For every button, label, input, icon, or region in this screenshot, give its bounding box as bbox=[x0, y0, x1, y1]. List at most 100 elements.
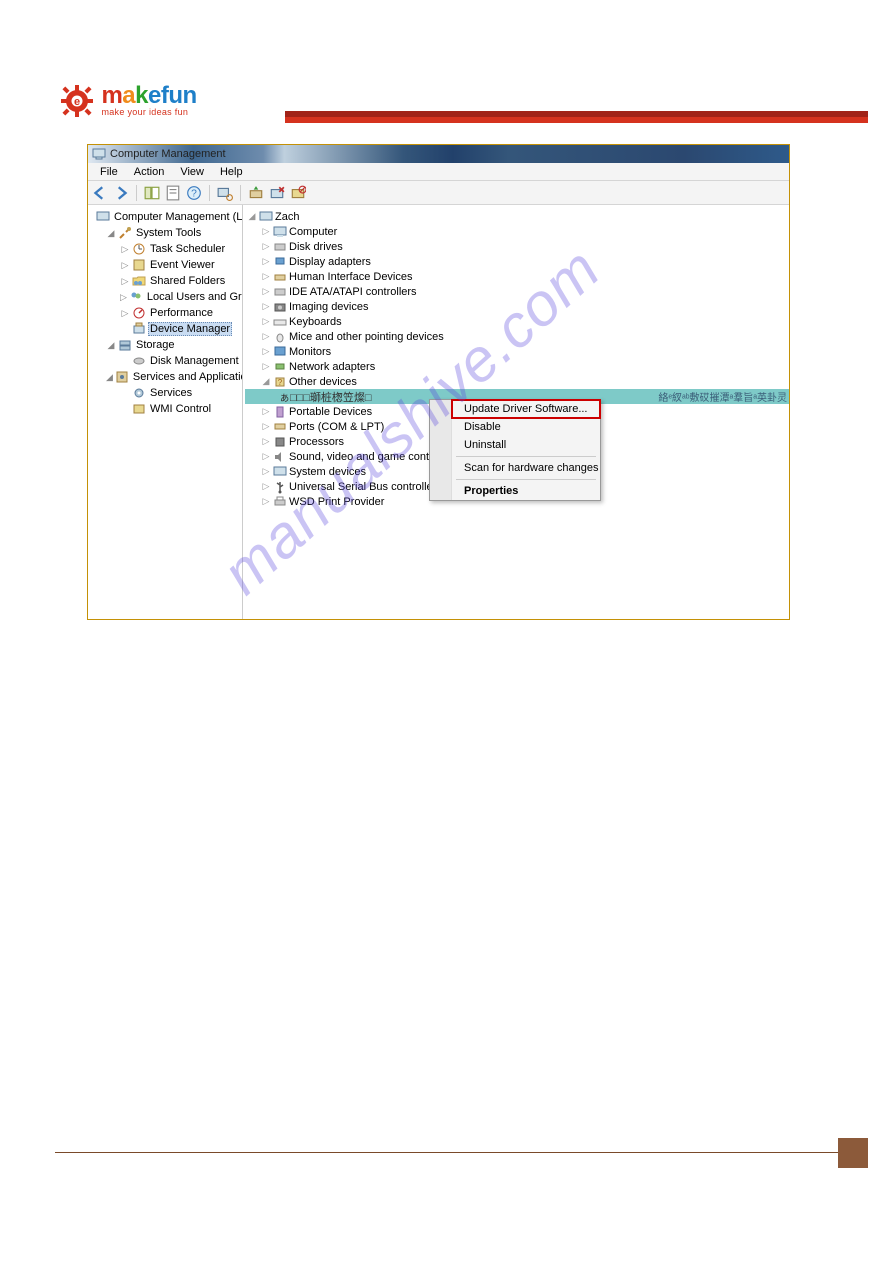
device-imaging[interactable]: ▷Imaging devices bbox=[245, 299, 789, 314]
expand-icon[interactable]: ▷ bbox=[261, 406, 271, 417]
nav-forward-icon[interactable] bbox=[113, 185, 129, 201]
expand-icon[interactable]: ▷ bbox=[261, 241, 271, 252]
tree-task-scheduler[interactable]: ▷Task Scheduler bbox=[90, 241, 242, 257]
expand-icon[interactable]: ▷ bbox=[261, 451, 271, 462]
expand-icon[interactable]: ▷ bbox=[120, 308, 130, 319]
menu-update-driver[interactable]: Update Driver Software... bbox=[451, 399, 601, 419]
network-icon bbox=[273, 360, 287, 374]
disk-icon bbox=[132, 354, 146, 368]
folder-shared-icon bbox=[132, 274, 146, 288]
performance-icon bbox=[132, 306, 146, 320]
expand-icon[interactable]: ▷ bbox=[261, 466, 271, 477]
menu-file[interactable]: File bbox=[92, 166, 126, 178]
device-pane[interactable]: ◢Zach ▷Computer ▷Disk drives ▷Display ad… bbox=[243, 205, 789, 619]
mouse-icon bbox=[273, 330, 287, 344]
uninstall-icon[interactable] bbox=[269, 185, 285, 201]
sound-icon bbox=[273, 450, 287, 464]
ide-icon bbox=[273, 285, 287, 299]
garbled-text: 絡ᵉ紁ᵃᵇ敷砹摧潭ᵃ羣旨ᵃ英卦灵 bbox=[658, 389, 787, 404]
collapse-icon[interactable]: ◢ bbox=[106, 228, 116, 239]
logo: e makefun make your ideas fun bbox=[55, 75, 197, 123]
tree-wmi-control[interactable]: WMI Control bbox=[90, 401, 242, 417]
tree-device-manager[interactable]: Device Manager bbox=[90, 321, 242, 337]
collapse-icon[interactable]: ◢ bbox=[106, 340, 116, 351]
device-monitors[interactable]: ▷Monitors bbox=[245, 344, 789, 359]
tree-event-viewer[interactable]: ▷Event Viewer bbox=[90, 257, 242, 273]
expand-icon[interactable]: ▷ bbox=[261, 331, 271, 342]
properties-icon[interactable] bbox=[165, 185, 181, 201]
titlebar[interactable]: Computer Management bbox=[88, 145, 789, 163]
computer-management-window: Computer Management File Action View Hel… bbox=[87, 144, 790, 620]
menu-disable[interactable]: Disable bbox=[452, 418, 600, 436]
collapse-icon[interactable]: ◢ bbox=[247, 211, 257, 222]
camera-icon bbox=[273, 300, 287, 314]
show-hide-tree-icon[interactable] bbox=[144, 185, 160, 201]
menu-uninstall[interactable]: Uninstall bbox=[452, 436, 600, 454]
device-network[interactable]: ▷Network adapters bbox=[245, 359, 789, 374]
tree-pane[interactable]: Computer Management (Local ◢System Tools… bbox=[88, 205, 243, 619]
clock-icon bbox=[132, 242, 146, 256]
expand-icon[interactable]: ▷ bbox=[261, 346, 271, 357]
svg-text:?: ? bbox=[191, 188, 197, 199]
expand-icon[interactable]: ▷ bbox=[261, 436, 271, 447]
page-number-box bbox=[838, 1138, 868, 1168]
other-icon: ? bbox=[273, 375, 287, 389]
device-display[interactable]: ▷Display adapters bbox=[245, 254, 789, 269]
logo-text: makefun bbox=[101, 82, 196, 110]
collapse-icon[interactable]: ◢ bbox=[106, 372, 113, 383]
scan-icon[interactable] bbox=[217, 185, 233, 201]
menu-view[interactable]: View bbox=[172, 166, 212, 178]
expand-icon[interactable]: ▷ bbox=[261, 496, 271, 507]
toolbar: ? bbox=[88, 181, 789, 205]
tree-storage[interactable]: ◢Storage bbox=[90, 337, 242, 353]
display-icon bbox=[273, 255, 287, 269]
tree-services-apps[interactable]: ◢Services and Applications bbox=[90, 369, 242, 385]
expand-icon[interactable]: ▷ bbox=[120, 244, 130, 255]
tree-root[interactable]: Computer Management (Local bbox=[90, 209, 242, 225]
tree-performance[interactable]: ▷Performance bbox=[90, 305, 242, 321]
tree-services[interactable]: Services bbox=[90, 385, 242, 401]
users-icon bbox=[129, 290, 143, 304]
menu-action[interactable]: Action bbox=[126, 166, 173, 178]
menu-help[interactable]: Help bbox=[212, 166, 251, 178]
device-computer[interactable]: ▷Computer bbox=[245, 224, 789, 239]
device-disk-drives[interactable]: ▷Disk drives bbox=[245, 239, 789, 254]
expand-icon[interactable]: ▷ bbox=[261, 316, 271, 327]
expand-icon[interactable]: ▷ bbox=[261, 256, 271, 267]
tree-shared-folders[interactable]: ▷Shared Folders bbox=[90, 273, 242, 289]
tree-system-tools[interactable]: ◢System Tools bbox=[90, 225, 242, 241]
menu-scan[interactable]: Scan for hardware changes bbox=[452, 459, 600, 477]
expand-icon[interactable]: ▷ bbox=[261, 481, 271, 492]
expand-icon[interactable]: ▷ bbox=[120, 260, 130, 271]
expand-icon[interactable]: ▷ bbox=[120, 276, 130, 287]
collapse-icon[interactable]: ◢ bbox=[261, 376, 271, 387]
device-mice[interactable]: ▷Mice and other pointing devices bbox=[245, 329, 789, 344]
expand-icon[interactable]: ▷ bbox=[261, 361, 271, 372]
menu-divider bbox=[456, 456, 596, 457]
expand-icon[interactable]: ▷ bbox=[261, 271, 271, 282]
expand-icon[interactable]: ▷ bbox=[120, 292, 127, 303]
expand-icon[interactable]: ▷ bbox=[261, 421, 271, 432]
tree-disk-management[interactable]: Disk Management bbox=[90, 353, 242, 369]
expand-icon[interactable]: ▷ bbox=[261, 226, 271, 237]
device-other[interactable]: ◢?Other devices bbox=[245, 374, 789, 389]
device-keyboards[interactable]: ▷Keyboards bbox=[245, 314, 789, 329]
menubar: File Action View Help bbox=[88, 163, 789, 181]
disable-icon[interactable] bbox=[290, 185, 306, 201]
tree-local-users[interactable]: ▷Local Users and Groups bbox=[90, 289, 242, 305]
device-root[interactable]: ◢Zach bbox=[245, 209, 789, 224]
device-ide[interactable]: ▷IDE ATA/ATAPI controllers bbox=[245, 284, 789, 299]
wmi-icon bbox=[132, 402, 146, 416]
svg-text:e: e bbox=[74, 96, 80, 108]
nav-back-icon[interactable] bbox=[92, 185, 108, 201]
portable-icon bbox=[273, 405, 287, 419]
device-manager-icon bbox=[132, 322, 146, 336]
help-icon[interactable]: ? bbox=[186, 185, 202, 201]
expand-icon[interactable]: ▷ bbox=[261, 286, 271, 297]
device-hid[interactable]: ▷Human Interface Devices bbox=[245, 269, 789, 284]
update-driver-icon[interactable] bbox=[248, 185, 264, 201]
menu-properties[interactable]: Properties bbox=[452, 482, 600, 500]
usb-icon bbox=[273, 480, 287, 494]
expand-icon[interactable]: ▷ bbox=[261, 301, 271, 312]
page-header: e makefun make your ideas fun bbox=[55, 75, 868, 130]
